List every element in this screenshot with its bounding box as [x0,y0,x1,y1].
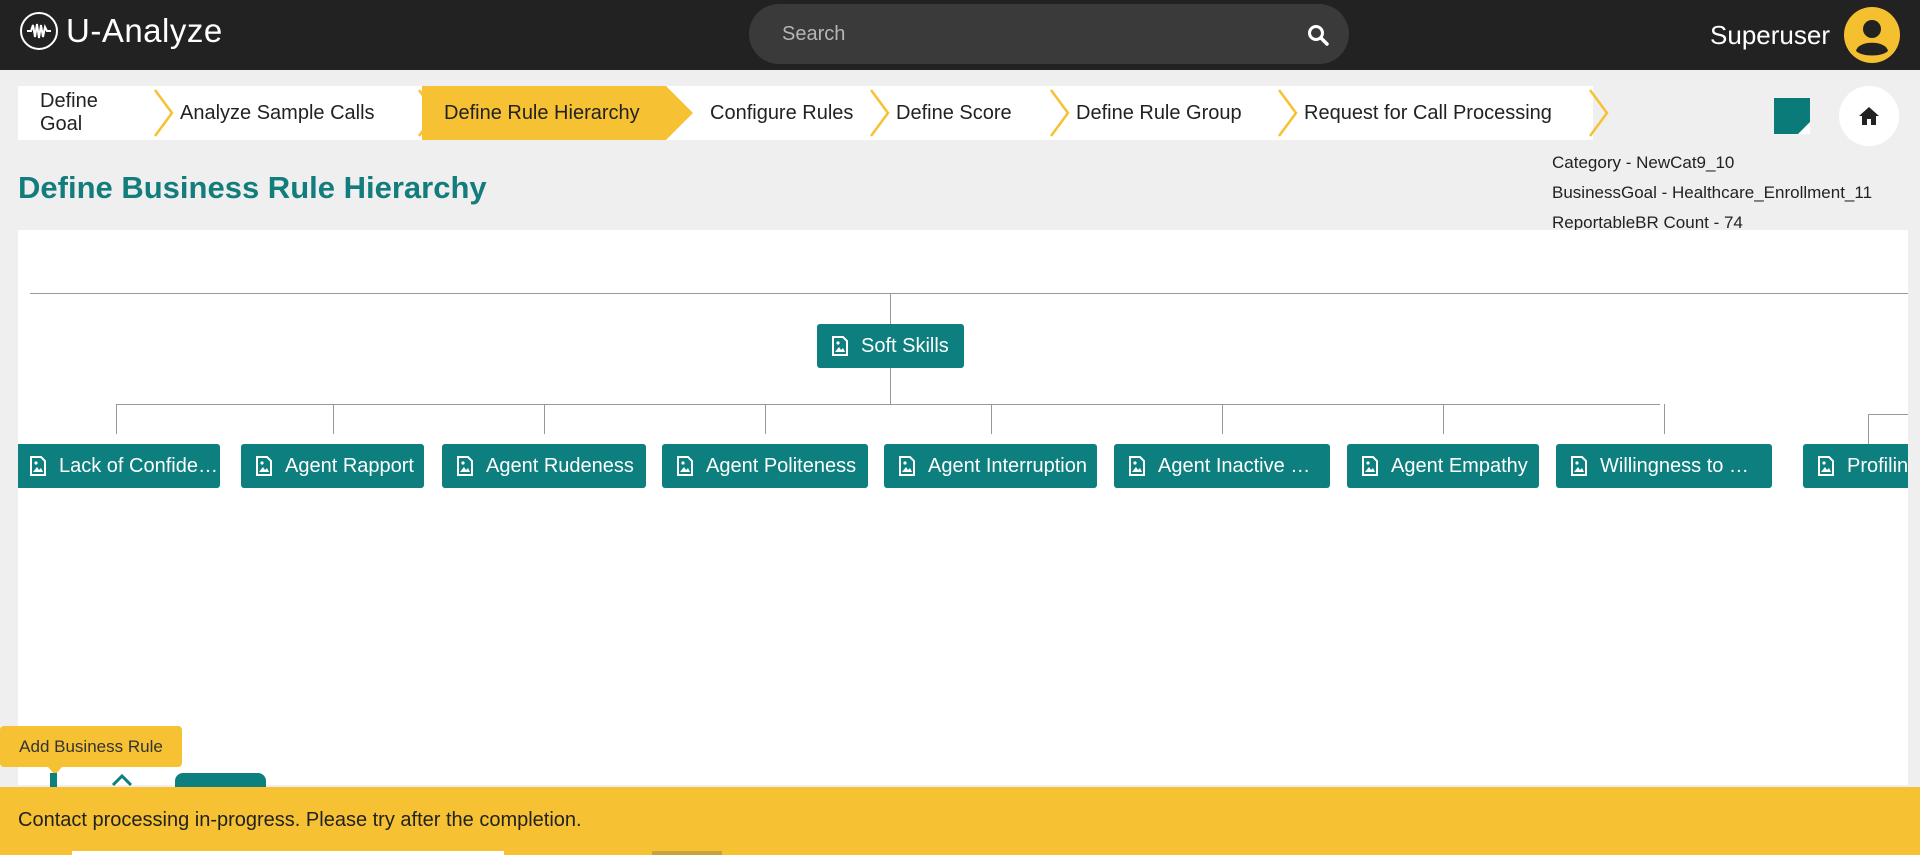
collapse-chevron-icon[interactable] [110,773,134,787]
rule-hierarchy-canvas[interactable]: Soft Skills Lack of Confide… Agent Rappor… [18,230,1908,785]
bottom-strip [72,851,504,855]
child-connector-line [991,404,992,434]
step-1[interactable]: Define Goal [18,86,174,140]
search-input[interactable] [782,20,1262,48]
step-chevron-icon [1277,89,1298,137]
top-connector-line [30,293,1908,294]
child-connector-line [116,404,117,434]
child-connector-line [1222,404,1223,434]
step-2[interactable]: Analyze Sample Calls [158,86,438,140]
node-label: Willingness to … [1600,454,1749,477]
root-stem-line [890,293,891,324]
node-label: Soft Skills [861,334,949,357]
node-label: Agent Rudeness [486,454,634,477]
image-file-icon [1362,456,1378,476]
add-business-rule-tooltip: Add Business Rule [0,726,182,775]
child-connector-line [765,404,766,434]
node-label: Agent Politeness [706,454,857,477]
image-file-icon [256,456,272,476]
child-connector-line [333,404,334,434]
image-file-icon [1129,456,1145,476]
rule-node[interactable]: Agent Rapport [241,444,424,488]
rule-node[interactable]: Agent Interruption [884,444,1097,488]
user-name: Superuser [1710,19,1830,50]
user-icon [1856,20,1888,56]
child-connector-line [1443,404,1444,434]
step-6[interactable]: Define Rule Group [1054,86,1298,140]
node-label: Profiling [1847,454,1908,477]
step-5[interactable]: Define Score [874,86,1070,140]
toast-message: Contact processing in-progress. Please t… [18,809,582,831]
root-to-children-line [890,368,891,404]
image-file-icon [1818,456,1834,476]
node-label: Agent Inactive … [1158,454,1311,477]
waveform-logo-icon [20,12,58,50]
image-file-icon [832,336,848,356]
node-label: Agent Rapport [285,454,414,477]
node-label: Lack of Confide… [59,454,218,477]
child-connector-line [1664,404,1665,434]
step-label: Define Goal [40,90,98,135]
bottom-strip-accent [652,851,722,855]
step-label: Define Score [896,101,1012,124]
step-chevron-icon [153,89,174,137]
sticky-note-button[interactable] [1774,98,1810,134]
home-icon [1859,107,1879,125]
root-node[interactable]: Soft Skills [817,324,964,368]
rule-node[interactable]: Agent Politeness [662,444,868,488]
step-7[interactable]: Request for Call Processing [1282,86,1609,140]
toolbar-button[interactable] [175,773,266,787]
step-3[interactable]: Define Rule Hierarchy [422,86,693,140]
step-chevron-icon [869,89,890,137]
rule-node[interactable]: Lack of Confide… [18,444,220,488]
side-bus-drop-line [1868,414,1869,444]
rule-node[interactable]: Agent Inactive … [1114,444,1330,488]
children-bus-line [116,404,1660,405]
rule-node[interactable]: Willingness to … [1556,444,1772,488]
avatar[interactable] [1844,7,1900,63]
step-4[interactable]: Configure Rules [666,86,890,140]
business-goal-text: BusinessGoal - Healthcare_Enrollment_11 [1552,183,1873,202]
step-breadcrumb: Define Goal Analyze Sample Calls Define Ru… [18,86,1609,140]
app-name: U-Analyze [66,12,223,49]
step-chevron-icon [1588,89,1609,137]
page-title: Define Business Rule Hierarchy [18,170,487,205]
search-icon[interactable] [1307,24,1329,46]
user-menu[interactable]: Superuser [1710,5,1900,65]
step-chevron-icon [417,89,438,137]
app-logo[interactable]: U-Analyze [20,12,223,50]
search-bar [749,4,1349,64]
step-label: Define Rule Hierarchy [444,101,640,124]
step-label: Analyze Sample Calls [180,101,375,124]
step-label: Request for Call Processing [1304,101,1552,124]
side-bus-line [1868,414,1908,415]
goal-info: Category - NewCat9_10 BusinessGoal - Hea… [1552,148,1872,238]
image-file-icon [457,456,473,476]
add-rule-handle[interactable] [50,773,57,787]
status-toast: Contact processing in-progress. Please t… [0,787,1920,855]
rule-node[interactable]: Agent Rudeness [442,444,646,488]
image-file-icon [899,456,915,476]
image-file-icon [677,456,693,476]
node-label: Agent Empathy [1391,454,1528,477]
image-file-icon [30,456,46,476]
image-file-icon [1571,456,1587,476]
home-button[interactable] [1839,86,1899,146]
step-chevron-icon [1049,89,1070,137]
step-label: Configure Rules [710,101,854,124]
top-bar: U-Analyze Superuser [0,0,1920,70]
category-text: Category - NewCat9_10 [1552,153,1735,172]
rule-node[interactable]: Agent Empathy [1347,444,1539,488]
child-connector-line [544,404,545,434]
rule-node[interactable]: Profiling [1803,444,1908,488]
node-label: Agent Interruption [928,454,1087,477]
step-label: Define Rule Group [1076,101,1242,124]
